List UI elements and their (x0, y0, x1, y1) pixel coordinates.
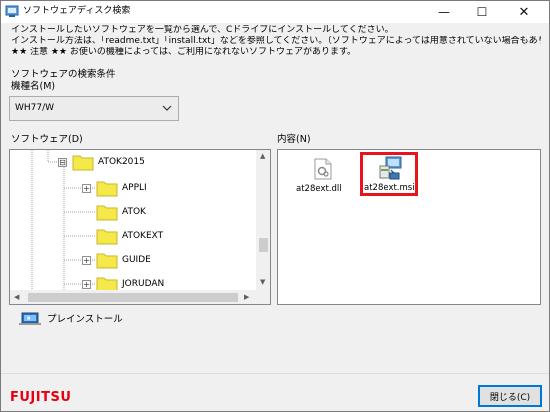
software-label: ソフトウェア(D) (11, 134, 83, 145)
scroll-up-icon[interactable]: ▲ (260, 152, 265, 160)
file-name: at28ext.dll (296, 184, 342, 194)
model-select[interactable]: WH77/W (9, 96, 179, 121)
tree-expander-guide[interactable]: + (82, 256, 91, 265)
instruction-line: ★★ 注意 ★★ お使いの機種によっては、ご利用になれないソフトウェアがあります… (11, 47, 357, 57)
folder-icon (96, 229, 118, 245)
preinstall-label: プレインストール (47, 314, 123, 325)
file-item-dll[interactable]: at28ext.dll (296, 156, 356, 196)
dll-file-icon (314, 158, 332, 180)
tree-item-label: GUIDE (122, 255, 151, 265)
scrollbar-corner (256, 290, 270, 304)
tree-lines (31, 150, 96, 290)
tree-item-label: ATOK (122, 207, 146, 217)
folder-open-icon (72, 155, 94, 171)
tree-item-label: ATOKEXT (122, 231, 164, 241)
vertical-scrollbar[interactable]: ▲ ▼ (256, 150, 270, 290)
instruction-line: インストールしたいソフトウェアを一覧から選んで、Cドライブにインストールしてくだ… (11, 25, 394, 35)
folder-icon (96, 205, 118, 221)
msi-installer-icon (379, 156, 402, 180)
close-window-button[interactable]: ✕ (509, 1, 539, 23)
tree-expander-collapse[interactable]: ⊟ (58, 158, 67, 167)
horizontal-scroll-thumb[interactable] (28, 293, 238, 302)
vertical-scroll-thumb[interactable] (259, 238, 268, 252)
content-list[interactable]: at28ext.dll at28ext.msi (277, 149, 541, 305)
tree-expander-appli[interactable]: + (82, 184, 91, 193)
title-bar[interactable]: ソフトウェアディスク検索 — ☐ ✕ (1, 1, 549, 23)
app-icon (5, 5, 19, 17)
tree-item-label: ATOK2015 (98, 157, 145, 167)
tree-item-label: APPLI (122, 183, 147, 193)
horizontal-scrollbar[interactable]: ◀ ▶ (10, 290, 270, 304)
scroll-down-icon[interactable]: ▼ (260, 278, 265, 286)
software-tree[interactable]: ⊟ ATOK2015 + APPLI ATOK ATOKEXT + GUIDE … (9, 149, 271, 305)
scroll-left-icon[interactable]: ◀ (14, 293, 19, 301)
software-disk-search-window: ソフトウェアディスク検索 — ☐ ✕ インストールしたいソフトウェアを一覧から選… (0, 0, 550, 412)
folder-icon (96, 253, 118, 269)
search-conditions-label: ソフトウェアの検索条件 (11, 69, 116, 80)
close-button[interactable]: 閉じる(C) (478, 385, 542, 407)
model-name-label: 機種名(M) (11, 81, 56, 92)
tree-item-label: JORUDAN (122, 279, 165, 289)
maximize-button[interactable]: ☐ (467, 1, 497, 23)
chevron-down-icon[interactable] (160, 101, 174, 115)
preinstall-laptop-icon (19, 312, 41, 325)
content-label: 内容(N) (277, 134, 311, 145)
minimize-button[interactable]: — (429, 1, 459, 23)
model-select-value: WH77/W (15, 103, 55, 113)
file-item-msi[interactable]: at28ext.msi (364, 156, 416, 194)
folder-icon (96, 181, 118, 197)
footer-divider (1, 373, 549, 374)
file-name: at28ext.msi (364, 183, 415, 193)
instructions: インストールしたいソフトウェアを一覧から選んで、Cドライブにインストールしてくだ… (11, 25, 541, 58)
tree-expander-jorudan[interactable]: + (82, 280, 91, 289)
instruction-line: インストール方法は、「readme.txt」「install.txt」などを参照… (11, 36, 541, 46)
fujitsu-logo: FUJITSU (10, 390, 72, 405)
scroll-right-icon[interactable]: ▶ (244, 293, 249, 301)
window-title: ソフトウェアディスク検索 (23, 6, 131, 16)
